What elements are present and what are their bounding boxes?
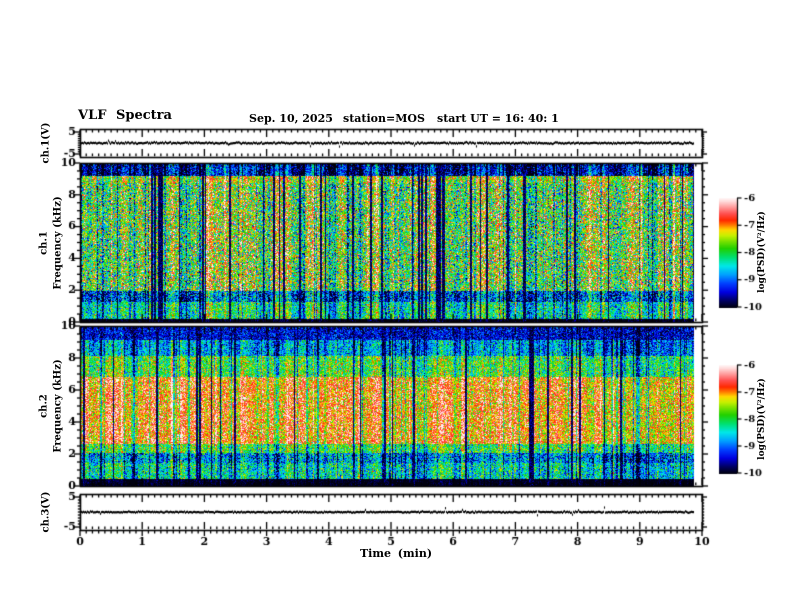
station-label: station=MOS xyxy=(343,112,425,125)
start-ut-label: start UT = 16: 40: 1 xyxy=(437,112,559,125)
colorbar2-label: log(PSD)(V²/Hz) xyxy=(757,378,767,460)
colorbar1-label: log(PSD)(V²/Hz) xyxy=(757,211,767,293)
spectra-plot-canvas xyxy=(0,0,792,612)
spec2-channel-label: ch.2 xyxy=(38,394,50,418)
time-axis-label: Time (min) xyxy=(359,547,433,560)
spec2-frequency-axis-label: Frequency (kHz) xyxy=(52,359,64,453)
ch3-voltage-axis-label: ch.3(V) xyxy=(40,491,52,533)
vlf-spectra-page: VLF Spectra Sep. 10, 2025 station=MOS st… xyxy=(0,0,792,612)
spec1-frequency-axis-label: Frequency (kHz) xyxy=(52,196,64,290)
plot-title: VLF Spectra xyxy=(78,108,172,123)
spec1-channel-label: ch.1 xyxy=(38,231,50,255)
date-label: Sep. 10, 2025 xyxy=(249,112,333,125)
ch1-voltage-axis-label: ch.1(V) xyxy=(40,122,52,164)
